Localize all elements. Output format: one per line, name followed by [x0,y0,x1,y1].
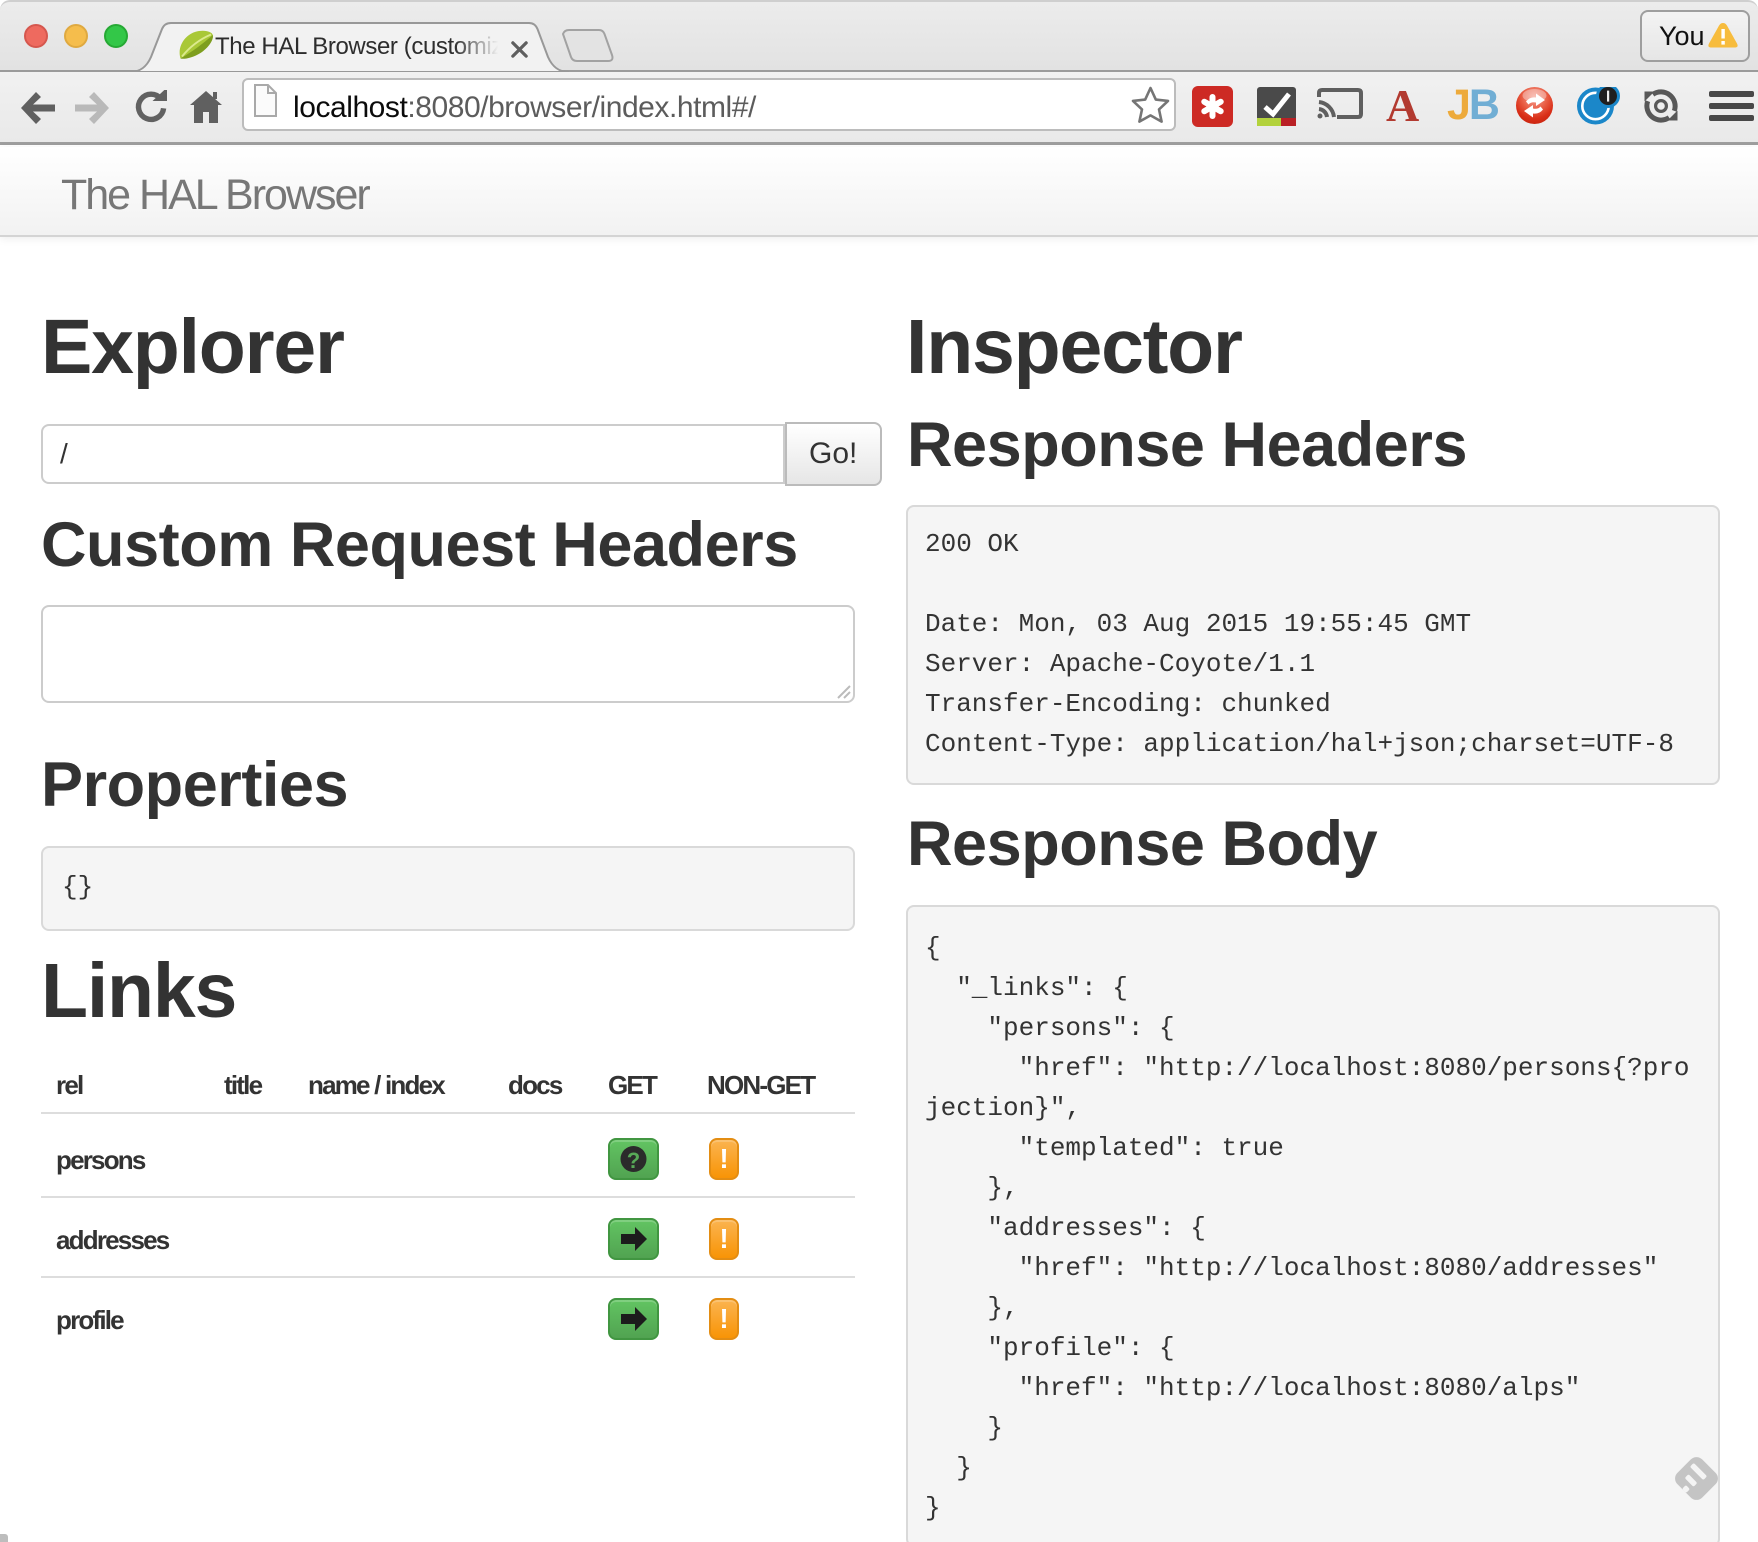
svg-text:?: ? [627,1148,640,1173]
